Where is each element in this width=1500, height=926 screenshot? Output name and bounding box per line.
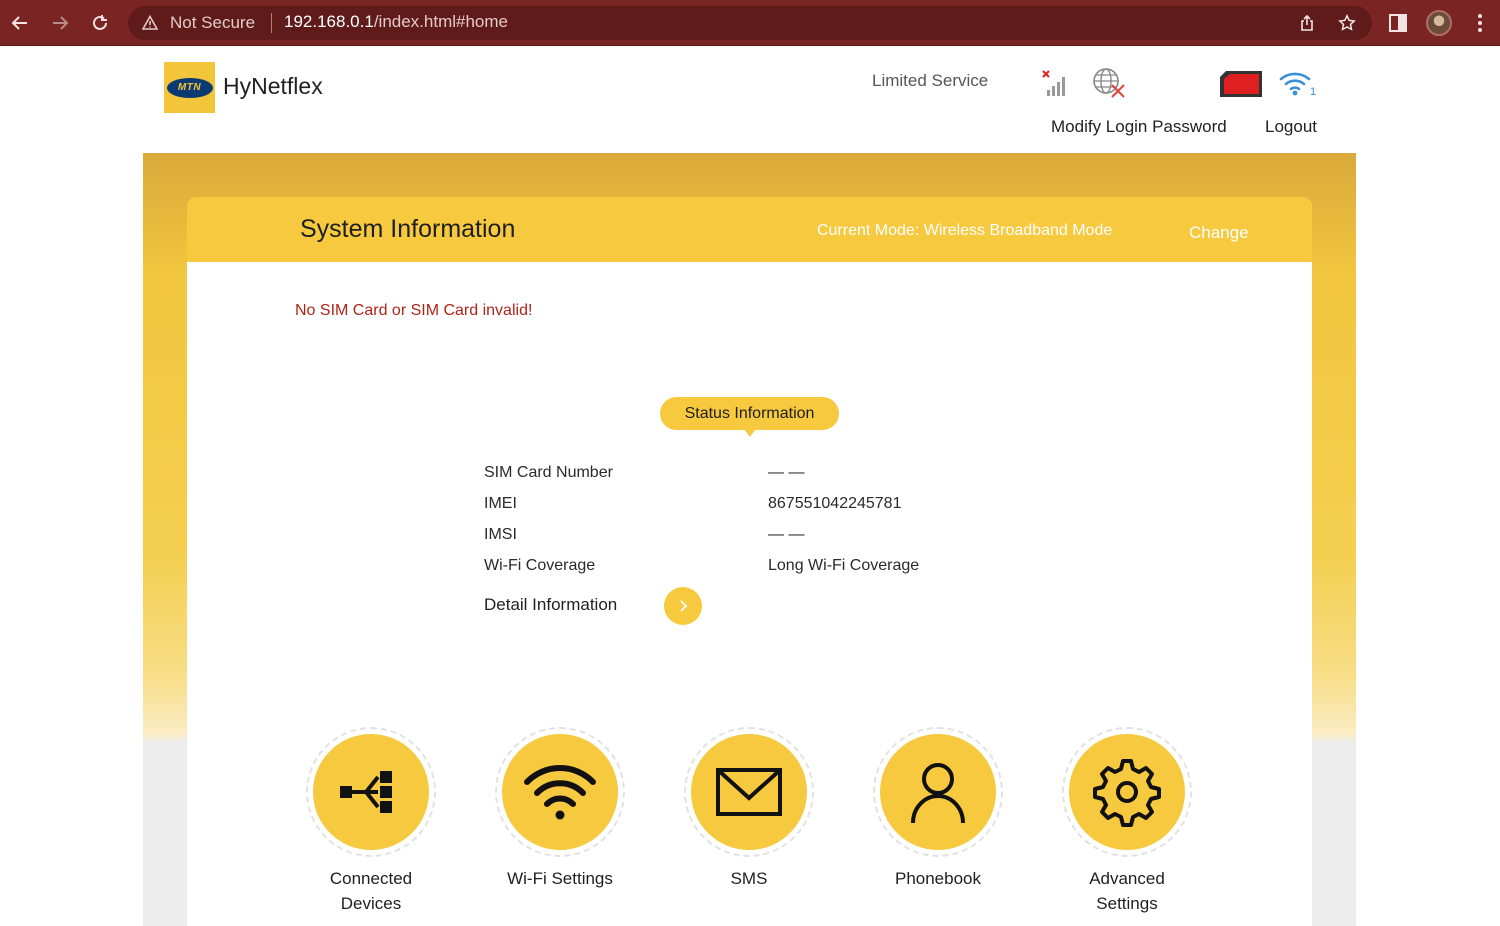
address-bar[interactable]: Not Secure 192.168.0.1/index.html#home <box>128 6 1372 40</box>
service-status: Limited Service <box>872 71 989 90</box>
network-icon <box>340 771 392 813</box>
tile-phonebook[interactable]: Phonebook <box>843 725 1033 925</box>
brand-name: HyNetflex <box>223 73 323 99</box>
url-path: /index.html#home <box>373 12 508 31</box>
divider <box>271 13 272 33</box>
globe-icon <box>1093 68 1125 98</box>
share-icon[interactable] <box>1298 14 1316 32</box>
menu-icon[interactable] <box>1470 13 1490 33</box>
sim-warning: No SIM Card or SIM Card invalid! <box>295 302 533 319</box>
info-label-wifi-coverage: Wi-Fi Coverage <box>484 557 596 574</box>
signal-icon <box>1042 70 1065 96</box>
tile-label: Phonebook <box>894 869 982 888</box>
change-mode-link[interactable]: Change <box>1189 223 1249 243</box>
info-value-imsi: — — <box>768 526 805 543</box>
url-host: 192.168.0.1 <box>284 12 374 31</box>
info-value-wifi-coverage: Long Wi-Fi Coverage <box>768 557 920 574</box>
info-label-imsi: IMSI <box>484 526 517 543</box>
current-mode: Current Mode: Wireless Broadband Mode <box>817 222 1113 239</box>
tile-label: Advanced Settings <box>1089 869 1165 913</box>
url-text[interactable]: 192.168.0.1/index.html#home <box>284 12 508 32</box>
side-panel-icon[interactable] <box>1388 13 1408 33</box>
envelope-icon <box>716 768 782 816</box>
logo-text: MTN <box>177 82 202 93</box>
logo-oval: MTN <box>166 77 213 98</box>
logo: MTN <box>164 62 215 113</box>
back-icon[interactable] <box>5 8 35 38</box>
tile-icon-circle <box>313 734 429 850</box>
logout-link[interactable]: Logout <box>1265 117 1317 137</box>
wifi-icon <box>524 765 596 820</box>
tile-icon-circle <box>880 734 996 850</box>
tile-wifi-settings[interactable]: Wi-Fi Settings <box>465 725 655 925</box>
info-value-sim-number: — — <box>768 464 805 481</box>
browser-toolbar: Not Secure 192.168.0.1/index.html#home <box>0 0 1500 46</box>
avatar[interactable] <box>1426 10 1452 36</box>
tile-icon-circle <box>502 734 618 850</box>
tile-icon-circle <box>1069 734 1185 850</box>
star-icon[interactable] <box>1338 14 1356 32</box>
tile-connected-devices[interactable]: Connected Devices <box>276 725 466 925</box>
tile-icon-circle <box>691 734 807 850</box>
tile-label: Connected Devices <box>329 869 413 913</box>
detail-info-label[interactable]: Detail Information <box>484 595 617 615</box>
info-label-imei: IMEI <box>484 495 517 512</box>
system-info-panel: System Information Current Mode: Wireles… <box>187 197 1312 926</box>
panel-header: System Information Current Mode: Wireles… <box>187 197 1312 262</box>
warning-icon[interactable] <box>142 15 158 31</box>
tile-sms[interactable]: SMS <box>654 725 844 925</box>
info-label-sim-number: SIM Card Number <box>484 464 613 481</box>
page-title: System Information <box>300 215 516 243</box>
chevron-right-icon <box>680 600 688 612</box>
wifi-status-icon: 1 <box>1278 68 1318 98</box>
reload-icon[interactable] <box>85 8 115 38</box>
modify-password-link[interactable]: Modify Login Password <box>1051 117 1227 137</box>
security-label[interactable]: Not Secure <box>170 13 255 33</box>
sim-card-icon <box>1220 71 1262 97</box>
tile-label: Wi-Fi Settings <box>507 869 613 888</box>
person-icon <box>911 763 965 824</box>
gear-icon <box>1093 759 1161 827</box>
wifi-client-count: 1 <box>1310 86 1316 98</box>
detail-info-button[interactable] <box>664 587 702 625</box>
tile-label: SMS <box>730 869 768 888</box>
status-info-badge: Status Information <box>660 397 839 437</box>
info-value-imei: 867551042245781 <box>768 495 902 512</box>
tile-advanced-settings[interactable]: Advanced Settings <box>1032 725 1222 925</box>
forward-icon[interactable] <box>45 8 75 38</box>
